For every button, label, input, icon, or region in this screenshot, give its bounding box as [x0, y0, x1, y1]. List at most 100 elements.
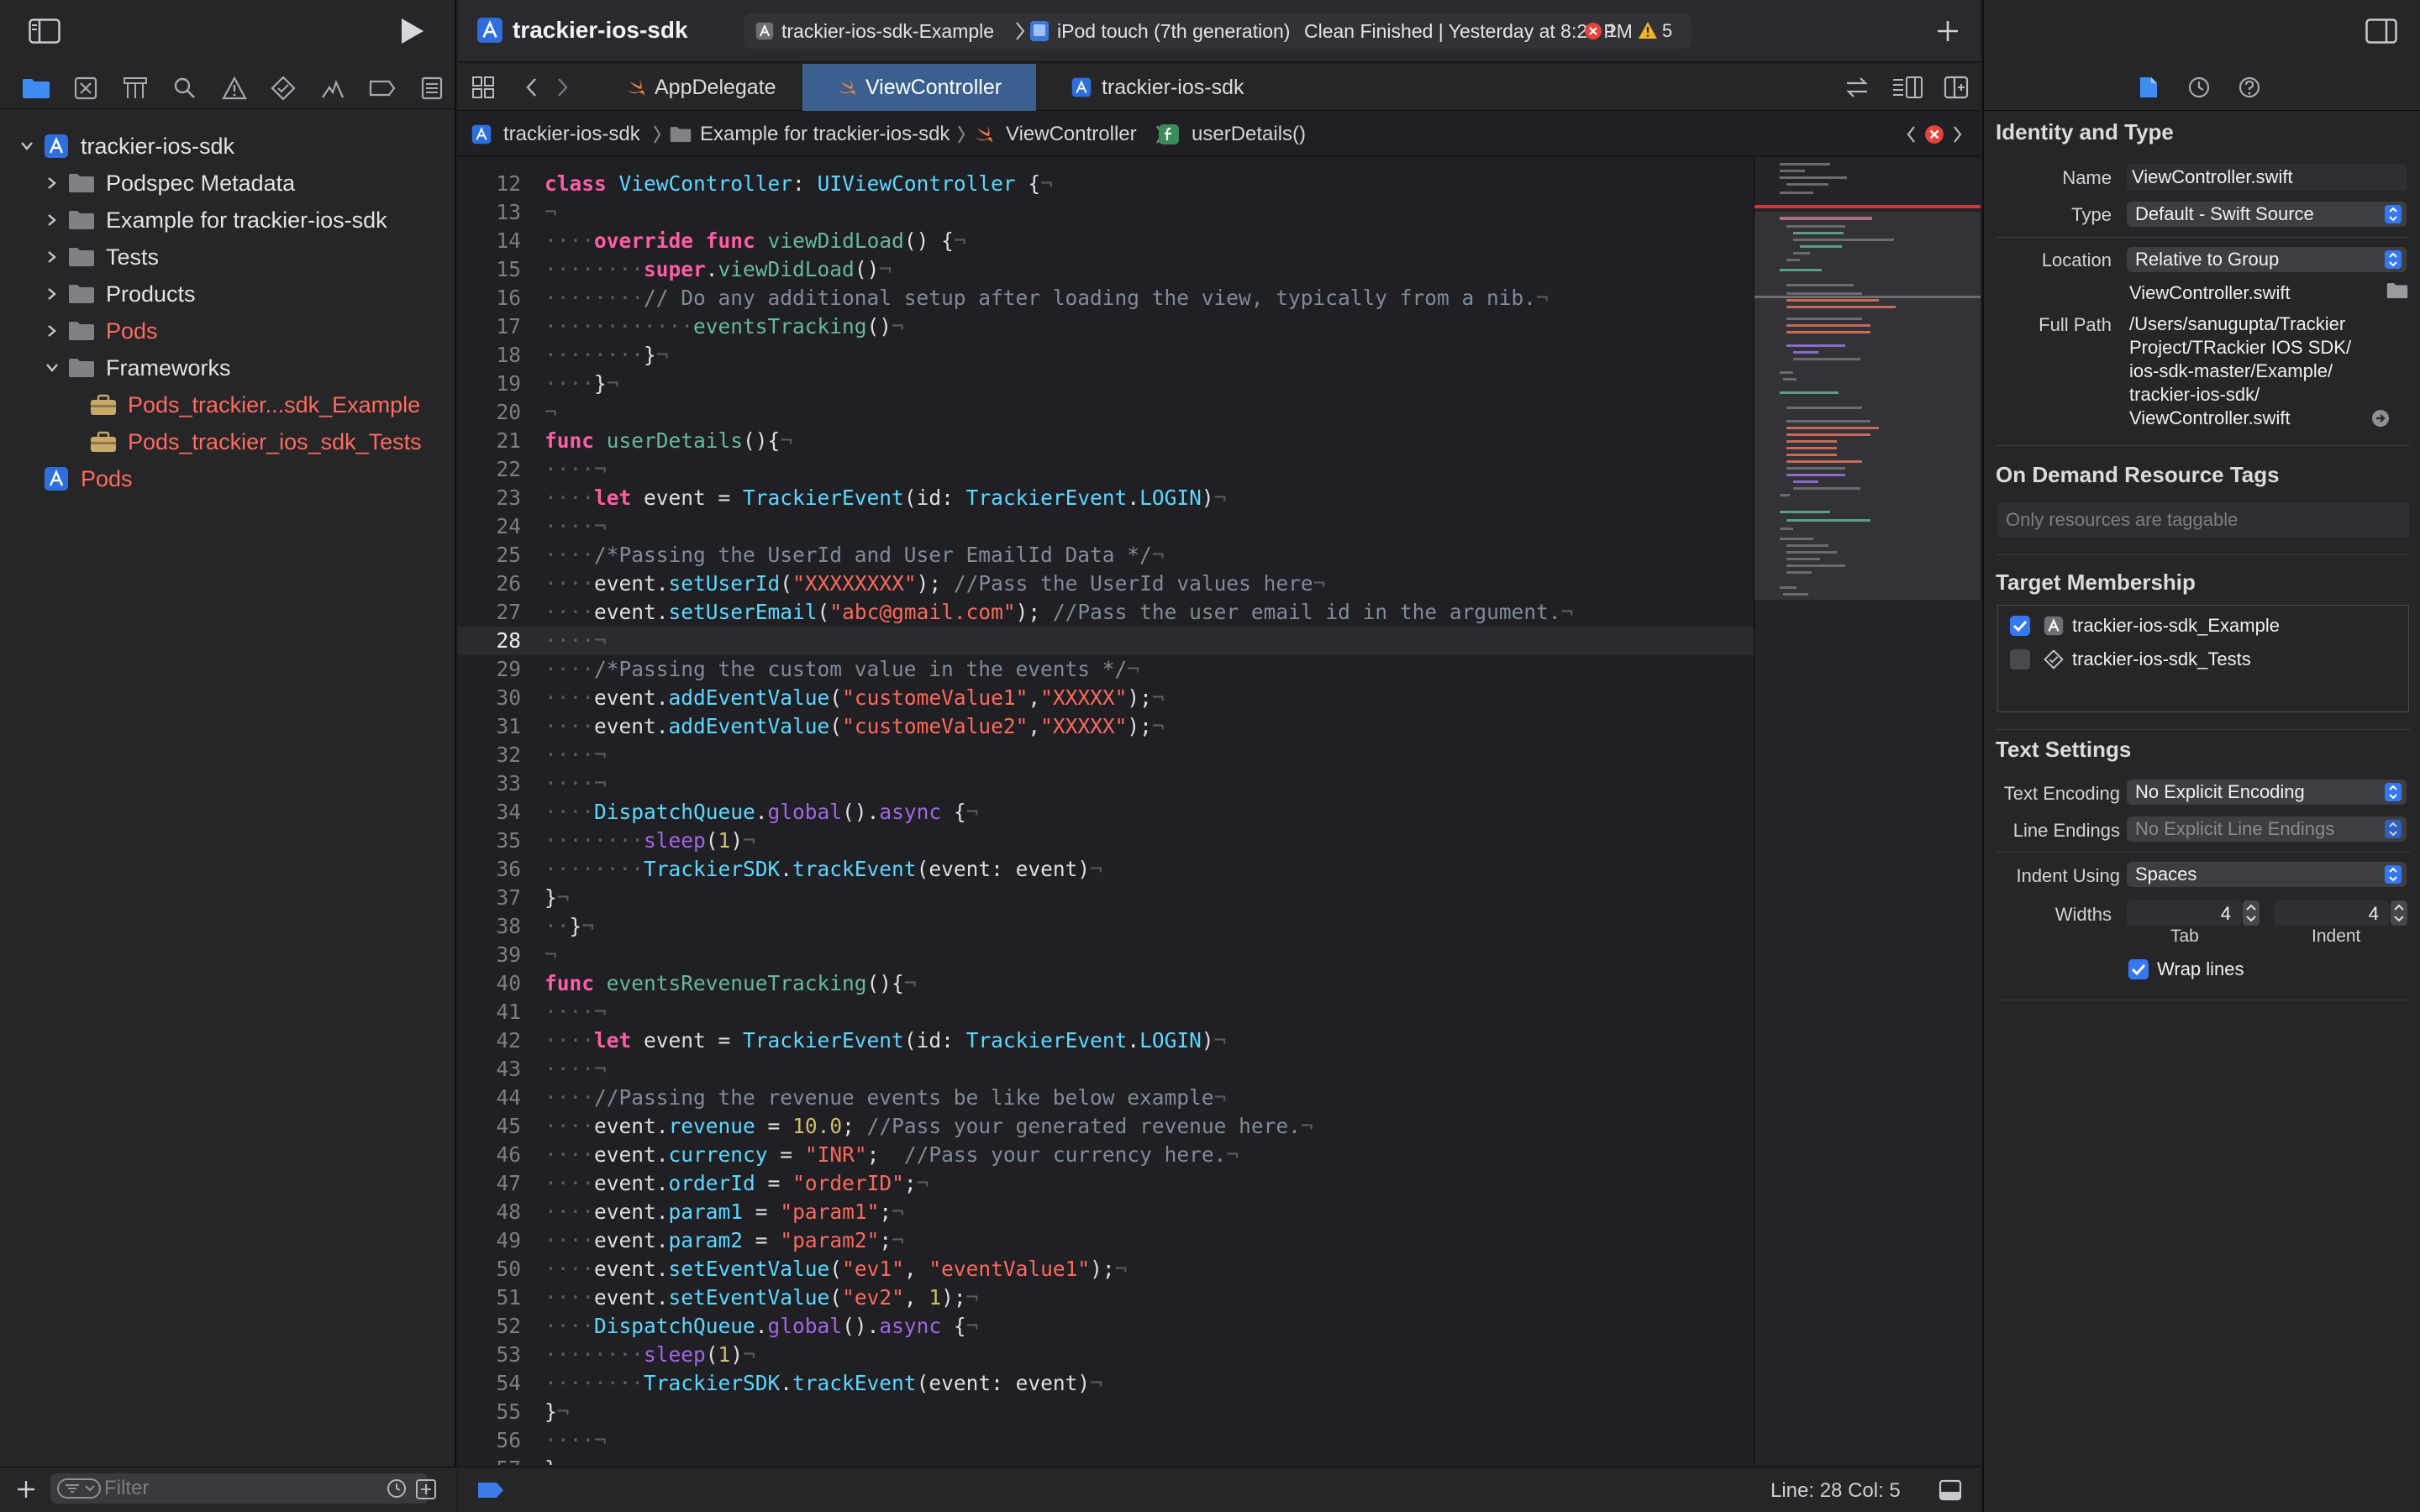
source-control-filter-icon[interactable]	[415, 1478, 437, 1500]
device-selector[interactable]: iPod touch (7th generation)	[1057, 20, 1290, 43]
source-control-icon[interactable]	[61, 67, 111, 109]
code-line[interactable]: 19 ····}¬	[458, 370, 1754, 398]
error-icon[interactable]	[1584, 22, 1602, 40]
code-line[interactable]: 45 ····event.revenue = 10.0; //Pass your …	[458, 1112, 1754, 1141]
add-icon[interactable]	[1935, 18, 1960, 44]
name-field[interactable]: ViewController.swift	[2127, 164, 2407, 191]
code-line[interactable]: 48 ····event.param1 = "param1";¬	[458, 1198, 1754, 1226]
code-line[interactable]: 14 ····override func viewDidLoad() {¬	[458, 227, 1754, 255]
breadcrumb-group[interactable]: Example for trackier-ios-sdk	[700, 123, 950, 146]
code-line[interactable]: 22 ····¬	[458, 455, 1754, 484]
filter-options-icon[interactable]	[57, 1478, 101, 1499]
warning-icon[interactable]	[1638, 21, 1658, 39]
disclosure-open-icon[interactable]	[17, 128, 37, 165]
run-icon[interactable]	[398, 17, 425, 45]
code-line[interactable]: 17 ············eventsTracking()¬	[458, 312, 1754, 341]
folder-icon[interactable]	[2386, 282, 2408, 299]
code-line[interactable]: 23 ····let event = TrackierEvent(id: Trac…	[458, 484, 1754, 512]
code-editor[interactable]: 12 class ViewController: UIViewController…	[458, 158, 1754, 1465]
code-line[interactable]: 46 ····event.currency = "INR"; //Pass you…	[458, 1141, 1754, 1169]
code-line[interactable]: 20 ¬	[458, 398, 1754, 427]
disclosure-closed-icon[interactable]	[42, 239, 62, 276]
forward-icon[interactable]	[557, 77, 569, 97]
disclosure-closed-icon[interactable]	[42, 312, 62, 349]
tree-item-framework-tests[interactable]: Pods_trackier_ios_sdk_Tests	[0, 423, 456, 460]
code-line[interactable]: 57}	[458, 1455, 1754, 1465]
tree-item-products[interactable]: Products	[0, 276, 456, 312]
history-icon[interactable]	[2187, 76, 2211, 99]
recent-files-icon[interactable]	[387, 1478, 407, 1499]
editor-options-icon[interactable]	[1891, 76, 1923, 99]
code-line[interactable]: 53 ········sleep(1)¬	[458, 1341, 1754, 1369]
related-items-icon[interactable]	[471, 76, 495, 99]
code-line[interactable]: 51 ····event.setEventValue("ev2", 1);¬	[458, 1284, 1754, 1312]
code-line[interactable]: 16 ········// Do any additional setup aft…	[458, 284, 1754, 312]
code-line[interactable]: 49 ····event.param2 = "param2";¬	[458, 1226, 1754, 1255]
split-editor-icon[interactable]	[1944, 76, 1969, 99]
code-line[interactable]: 44 ····//Passing the revenue events be li…	[458, 1084, 1754, 1112]
code-line[interactable]: 37}¬	[458, 884, 1754, 912]
tab-trackier-ios-sdk[interactable]: trackier-ios-sdk	[1055, 64, 1273, 111]
tree-item-frameworks[interactable]: Frameworks	[0, 349, 456, 386]
folder-icon[interactable]	[12, 67, 61, 109]
tree-item-framework-example[interactable]: Pods_trackier...sdk_Example	[0, 386, 456, 423]
code-line[interactable]: 35 ········sleep(1)¬	[458, 827, 1754, 855]
code-line[interactable]: 43 ····¬	[458, 1055, 1754, 1084]
text-encoding-popup[interactable]: No Explicit Encoding	[2127, 780, 2407, 805]
tree-item-tests[interactable]: Tests	[0, 239, 456, 276]
code-line[interactable]: 36 ········TrackierSDK.trackEvent(event: …	[458, 855, 1754, 884]
warning-icon[interactable]	[209, 67, 259, 109]
wrap-lines-checkbox[interactable]	[2128, 959, 2149, 979]
minimap[interactable]	[1754, 158, 1981, 1465]
code-line[interactable]: 29 ····/*Passing the custom value in the …	[458, 655, 1754, 684]
code-line[interactable]: 55}¬	[458, 1398, 1754, 1426]
disclosure-closed-icon[interactable]	[42, 165, 62, 202]
type-popup[interactable]: Default - Swift Source	[2127, 202, 2407, 227]
breadcrumb-file[interactable]: ViewController	[1006, 123, 1137, 146]
code-line[interactable]: 52 ····DispatchQueue.global().async {¬	[458, 1312, 1754, 1341]
report-icon[interactable]	[407, 67, 456, 109]
target-checkbox-checked[interactable]	[2010, 616, 2030, 636]
swap-editor-icon[interactable]	[1844, 76, 1870, 99]
code-line[interactable]: 13 ¬	[458, 198, 1754, 227]
code-line[interactable]: 21 func userDetails(){¬	[458, 427, 1754, 455]
code-line[interactable]: 28 ····¬	[458, 627, 1754, 655]
hierarchy-icon[interactable]	[111, 67, 160, 109]
code-line[interactable]: 54 ········TrackierSDK.trackEvent(event: …	[458, 1369, 1754, 1398]
search-icon[interactable]	[160, 67, 209, 109]
code-line[interactable]: 26 ····event.setUserId("XXXXXXXX"); //Pas…	[458, 570, 1754, 598]
code-line[interactable]: 34 ····DispatchQueue.global().async {¬	[458, 798, 1754, 827]
test-icon[interactable]	[259, 67, 308, 109]
breadcrumb-project[interactable]: trackier-ios-sdk	[503, 123, 640, 146]
help-icon[interactable]	[2238, 76, 2261, 99]
code-line[interactable]: 15 ········super.viewDidLoad()¬	[458, 255, 1754, 284]
inspector-toggle-icon[interactable]	[2365, 18, 2397, 44]
code-line[interactable]: 12 class ViewController: UIViewController…	[458, 170, 1754, 198]
breakpoints-toggle-icon[interactable]	[476, 1481, 505, 1499]
debug-icon[interactable]	[308, 67, 358, 109]
tree-root[interactable]: trackier-ios-sdk	[0, 128, 456, 165]
code-line[interactable]: 42 ····let event = TrackierEvent(id: Trac…	[458, 1026, 1754, 1055]
scheme-selector[interactable]: trackier-ios-sdk-Example	[781, 20, 994, 43]
code-line[interactable]: 47 ····event.orderId = "orderID";¬	[458, 1169, 1754, 1198]
code-line[interactable]: 30 ····event.addEventValue("customeValue1…	[458, 684, 1754, 712]
code-line[interactable]: 32 ····¬	[458, 741, 1754, 769]
breadcrumb-symbol[interactable]: userDetails()	[1192, 123, 1306, 146]
code-line[interactable]: 18 ········}¬	[458, 341, 1754, 370]
location-popup[interactable]: Relative to Group	[2127, 247, 2407, 272]
reveal-in-finder-icon[interactable]	[2371, 409, 2390, 428]
file-icon[interactable]	[2139, 76, 2159, 99]
issue-error-icon[interactable]	[1924, 124, 1944, 144]
back-icon[interactable]	[525, 77, 537, 97]
code-line[interactable]: 25 ····/*Passing the UserId and User Emai…	[458, 541, 1754, 570]
next-issue-icon[interactable]	[1952, 124, 1964, 144]
target-checkbox-unchecked[interactable]	[2010, 649, 2030, 669]
code-line[interactable]: 24 ····¬	[458, 512, 1754, 541]
filter-field[interactable]: Filter	[50, 1473, 429, 1504]
code-line[interactable]: 41 ····¬	[458, 998, 1754, 1026]
code-line[interactable]: 27 ····event.setUserEmail("abc@gmail.com"…	[458, 598, 1754, 627]
tree-item-podspec[interactable]: Podspec Metadata	[0, 165, 456, 202]
indent-using-popup[interactable]: Spaces	[2127, 862, 2407, 887]
previous-issue-icon[interactable]	[1905, 124, 1917, 144]
disclosure-closed-icon[interactable]	[42, 202, 62, 239]
